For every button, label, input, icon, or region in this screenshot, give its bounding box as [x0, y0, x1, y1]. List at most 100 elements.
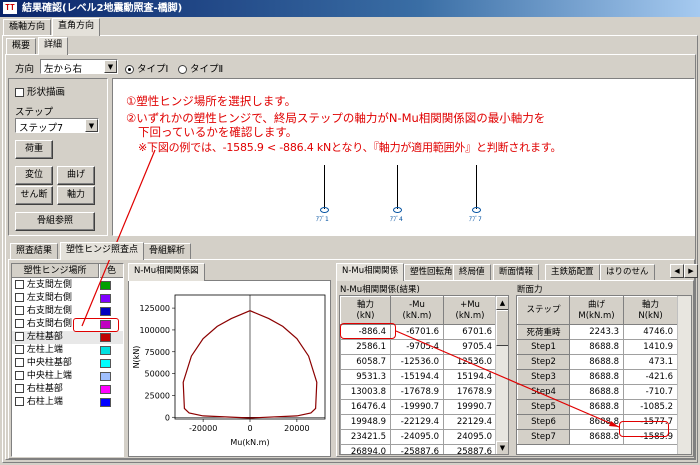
checkbox-icon[interactable]	[15, 293, 24, 302]
table-row[interactable]: 2586.1 -9705.4 9705.4	[340, 339, 497, 355]
table-row[interactable]: 23421.5 -24095.0 24095.0	[340, 429, 497, 445]
checkbox-icon[interactable]	[15, 319, 24, 328]
chevron-left-icon[interactable]: ◀	[670, 264, 684, 278]
hinge-list-item[interactable]: 中央柱基部	[12, 357, 123, 370]
column-header[interactable]: 軸力 (kN)	[340, 296, 391, 325]
table-cell[interactable]: 1410.9	[623, 339, 678, 355]
table-cell[interactable]: 8688.8	[569, 429, 624, 445]
tab-bridge-axis[interactable]: 橋軸方向	[3, 19, 52, 35]
tab-right-5[interactable]: はりのせん	[600, 264, 655, 280]
table-cell[interactable]: 19990.7	[443, 399, 497, 415]
table-row[interactable]: 6058.7 -12536.0 12536.0	[340, 354, 497, 370]
column-header[interactable]: 軸力 N(kN)	[623, 296, 678, 325]
table-cell[interactable]: Step5	[517, 399, 570, 415]
tab-detail[interactable]: 詳細	[38, 37, 69, 55]
table-cell[interactable]: 25887.6	[443, 444, 497, 454]
table-cell[interactable]: 473.1	[623, 354, 678, 370]
table-cell[interactable]: 24095.0	[443, 429, 497, 445]
table-cell[interactable]: 26894.0	[340, 444, 391, 454]
frame-reference-button[interactable]: 骨組参照	[15, 212, 95, 231]
table-cell[interactable]: Step3	[517, 369, 570, 385]
table-cell[interactable]: -24095.0	[390, 429, 444, 445]
checkbox-icon[interactable]	[15, 332, 24, 341]
table-cell[interactable]: 6058.7	[340, 354, 391, 370]
radio-icon[interactable]	[178, 65, 187, 74]
table-cell[interactable]: Step7	[517, 429, 570, 445]
table-cell[interactable]: -19990.7	[390, 399, 444, 415]
shape-checkbox[interactable]: 形状描画	[15, 84, 65, 98]
tab-right-0[interactable]: N-Mu相関関係	[336, 263, 405, 281]
bending-button[interactable]: 曲げ	[57, 166, 95, 185]
table-cell[interactable]: 15194.4	[443, 369, 497, 385]
step-select[interactable]: ステップ7 ▼	[15, 118, 99, 134]
hinge-list[interactable]: 塑性ヒンジ場所 色 左支間左側 左支間右側 右支間左側 右支間右側 左柱基部 左…	[11, 263, 124, 457]
scroll-down-icon[interactable]: ▼	[496, 441, 508, 454]
hinge-list-item[interactable]: 右柱上端	[12, 396, 123, 409]
table-cell[interactable]: -22129.4	[390, 414, 444, 430]
table-cell[interactable]: Step2	[517, 354, 570, 370]
radio-icon[interactable]	[125, 65, 134, 74]
direction-select[interactable]: 左から右 ▼	[40, 59, 118, 75]
table-cell[interactable]: -710.7	[623, 384, 678, 400]
checkbox-icon[interactable]	[15, 371, 24, 380]
checkbox-icon[interactable]	[15, 397, 24, 406]
tab-right-4[interactable]: 主鉄筋配置	[545, 264, 600, 280]
table-cell[interactable]: Step1	[517, 339, 570, 355]
table-cell[interactable]: 22129.4	[443, 414, 497, 430]
checkbox-icon[interactable]	[15, 306, 24, 315]
nmu-table[interactable]: 軸力 (kN) -Mu (kN.m) +Mu (kN.m) -886.4 -6701.6…	[339, 295, 509, 455]
tab-right-2[interactable]: 終局値	[453, 264, 491, 280]
table-row[interactable]: 26894.0 -25887.6 25887.6	[340, 444, 497, 454]
table-cell[interactable]: 死荷重時	[517, 324, 570, 340]
table-cell[interactable]: Step4	[517, 384, 570, 400]
table-cell[interactable]: 4746.0	[623, 324, 678, 340]
table-cell[interactable]: -9705.4	[390, 339, 444, 355]
hinge-list-item[interactable]: 左支間右側	[12, 292, 123, 305]
tab-perpendicular[interactable]: 直角方向	[52, 18, 101, 36]
table-cell[interactable]: -17678.9	[390, 384, 444, 400]
checkbox-icon[interactable]	[15, 384, 24, 393]
table-cell[interactable]: 2243.3	[569, 324, 624, 340]
displacement-button[interactable]: 変位	[15, 166, 53, 185]
table-cell[interactable]: 8688.8	[569, 369, 624, 385]
table-cell[interactable]: 8688.8	[569, 414, 624, 430]
table-row[interactable]: Step3 8688.8 -421.6	[517, 369, 678, 385]
table-cell[interactable]: 6701.6	[443, 324, 497, 340]
chevron-down-icon[interactable]: ▼	[104, 60, 117, 73]
hinge-list-item[interactable]: 左支間左側	[12, 279, 123, 292]
tab-overview[interactable]: 概要	[6, 38, 37, 54]
type1-radio[interactable]: タイプⅠ	[125, 61, 168, 75]
table-cell[interactable]: 8688.8	[569, 399, 624, 415]
table-cell[interactable]: 9705.4	[443, 339, 497, 355]
table-row[interactable]: 9531.3 -15194.4 15194.4	[340, 369, 497, 385]
checkbox-icon[interactable]	[15, 345, 24, 354]
table-cell[interactable]: -421.6	[623, 369, 678, 385]
table-row[interactable]: 16476.4 -19990.7 19990.7	[340, 399, 497, 415]
table-row[interactable]: Step1 8688.8 1410.9	[517, 339, 678, 355]
column-header[interactable]: 曲げ M(kN.m)	[569, 296, 624, 325]
chevron-right-icon[interactable]: ▶	[684, 264, 698, 278]
scroll-thumb[interactable]	[496, 310, 508, 346]
table-cell[interactable]: 19948.9	[340, 414, 391, 430]
tab-hinge-points[interactable]: 塑性ヒンジ照査点	[60, 242, 145, 260]
table-row[interactable]: Step5 8688.8 -1085.2	[517, 399, 678, 415]
shear-button[interactable]: せん断	[15, 186, 53, 205]
table-cell[interactable]: 23421.5	[340, 429, 391, 445]
tab-right-3[interactable]: 断面情報	[493, 264, 540, 280]
type2-radio[interactable]: タイプⅡ	[178, 61, 223, 75]
hinge-list-item[interactable]: 中央柱上端	[12, 370, 123, 383]
table-row[interactable]: Step2 8688.8 473.1	[517, 354, 678, 370]
section-scrollbar[interactable]	[677, 296, 691, 454]
table-row[interactable]: Step4 8688.8 -710.7	[517, 384, 678, 400]
table-cell[interactable]: 16476.4	[340, 399, 391, 415]
nmu-scrollbar[interactable]: ▲ ▼	[495, 296, 508, 454]
hinge-list-item[interactable]: 左柱基部	[12, 331, 123, 344]
table-cell[interactable]: -1085.2	[623, 399, 678, 415]
table-row[interactable]: 19948.9 -22129.4 22129.4	[340, 414, 497, 430]
checkbox-icon[interactable]	[15, 358, 24, 367]
table-row[interactable]: 13003.8 -17678.9 17678.9	[340, 384, 497, 400]
axial-button[interactable]: 軸力	[57, 186, 95, 205]
column-header[interactable]: -Mu (kN.m)	[390, 296, 444, 325]
hinge-list-header[interactable]: 塑性ヒンジ場所	[12, 264, 99, 278]
table-cell[interactable]: Step6	[517, 414, 570, 430]
